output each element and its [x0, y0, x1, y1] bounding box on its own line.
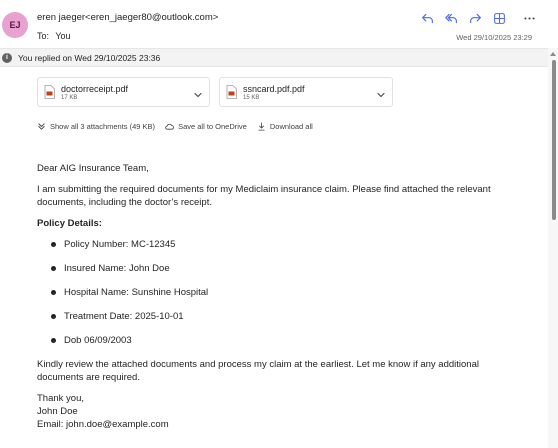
download-all-label: Download all	[269, 122, 313, 131]
sent-date: Wed 29/10/2025 23:29	[456, 33, 532, 42]
forward-icon	[469, 13, 481, 23]
scroll-up-arrow-icon[interactable]	[550, 52, 556, 56]
message-actions	[418, 9, 538, 27]
chevron-down-icon[interactable]	[376, 87, 386, 98]
policy-list: Policy Number: MC-12345 Insured Name: Jo…	[37, 238, 527, 347]
reply-info-text: You replied on Wed 29/10/2025 23:36	[18, 52, 161, 63]
reply-button[interactable]	[418, 9, 436, 27]
sender-avatar[interactable]: EJ	[2, 12, 28, 38]
save-onedrive-label: Save all to OneDrive	[178, 122, 247, 131]
show-all-label: Show all 3 attachments (49 KB)	[50, 122, 156, 131]
attachment-size: 15 KB	[243, 94, 260, 101]
pdf-file-icon	[226, 85, 237, 99]
pdf-file-icon	[44, 85, 55, 99]
apps-button[interactable]	[490, 9, 508, 27]
attachment-actions: Show all 3 attachments (49 KB) Save all …	[37, 122, 323, 131]
recipient-name[interactable]: You	[55, 31, 70, 41]
chevron-double-down-icon	[38, 123, 45, 130]
sender-address[interactable]: eren jaeger<eren_jaeger80@outlook.com>	[37, 12, 218, 23]
apps-icon	[493, 12, 505, 24]
signoff-line: Thank you,	[37, 393, 84, 404]
attachment-meta: ssncard.pdf.pdf 15 KB	[243, 84, 305, 101]
scrollbar-thumb[interactable]	[552, 60, 556, 220]
list-item: Hospital Name: Sunshine Hospital	[37, 286, 527, 299]
download-all-button[interactable]: Download all	[257, 122, 313, 131]
to-label: To:	[37, 31, 50, 41]
signoff-line: John Doe	[37, 406, 78, 417]
reply-icon	[421, 13, 433, 23]
list-item: Dob 06/09/2003	[37, 334, 527, 347]
attachment-meta: doctorreceipt.pdf 17 KB	[61, 84, 128, 101]
reply-info-bar: i You replied on Wed 29/10/2025 23:36	[0, 48, 548, 67]
message-header: EJ eren jaeger<eren_jaeger80@outlook.com…	[0, 0, 558, 48]
closing-paragraph: Kindly review the attached documents and…	[37, 359, 479, 383]
message-body: Dear AIG Insurance Team, I am submitting…	[37, 162, 527, 431]
list-item: Policy Number: MC-12345	[37, 238, 527, 251]
reply-all-button[interactable]	[442, 9, 460, 27]
more-options-button[interactable]	[520, 9, 538, 27]
reply-all-icon	[444, 13, 457, 23]
forward-button[interactable]	[466, 9, 484, 27]
chevron-down-icon[interactable]	[193, 87, 203, 98]
intro-paragraph: I am submitting the required documents f…	[37, 184, 491, 208]
signature: Thank you, John Doe Email: john.doe@exam…	[37, 392, 527, 431]
show-all-attachments-button[interactable]: Show all 3 attachments (49 KB)	[37, 122, 155, 131]
policy-heading: Policy Details:	[37, 218, 102, 229]
cloud-icon	[165, 123, 175, 130]
attachment-name: ssncard.pdf.pdf	[243, 83, 305, 94]
attachment-size: 17 KB	[61, 94, 78, 101]
avatar-initials: EJ	[9, 20, 21, 30]
greeting: Dear AIG Insurance Team,	[37, 163, 149, 174]
save-to-onedrive-button[interactable]: Save all to OneDrive	[165, 122, 247, 131]
list-item: Insured Name: John Doe	[37, 262, 527, 275]
list-item: Treatment Date: 2025-10-01	[37, 310, 527, 323]
signoff-line: Email: john.doe@example.com	[37, 419, 169, 430]
attachment-card[interactable]: doctorreceipt.pdf 17 KB	[37, 77, 210, 107]
attachment-card[interactable]: ssncard.pdf.pdf 15 KB	[219, 77, 393, 107]
recipient-row: To: You	[37, 31, 71, 41]
attachment-name: doctorreceipt.pdf	[61, 83, 129, 94]
info-icon: i	[2, 52, 12, 63]
download-icon	[258, 122, 265, 131]
more-icon	[523, 16, 535, 20]
